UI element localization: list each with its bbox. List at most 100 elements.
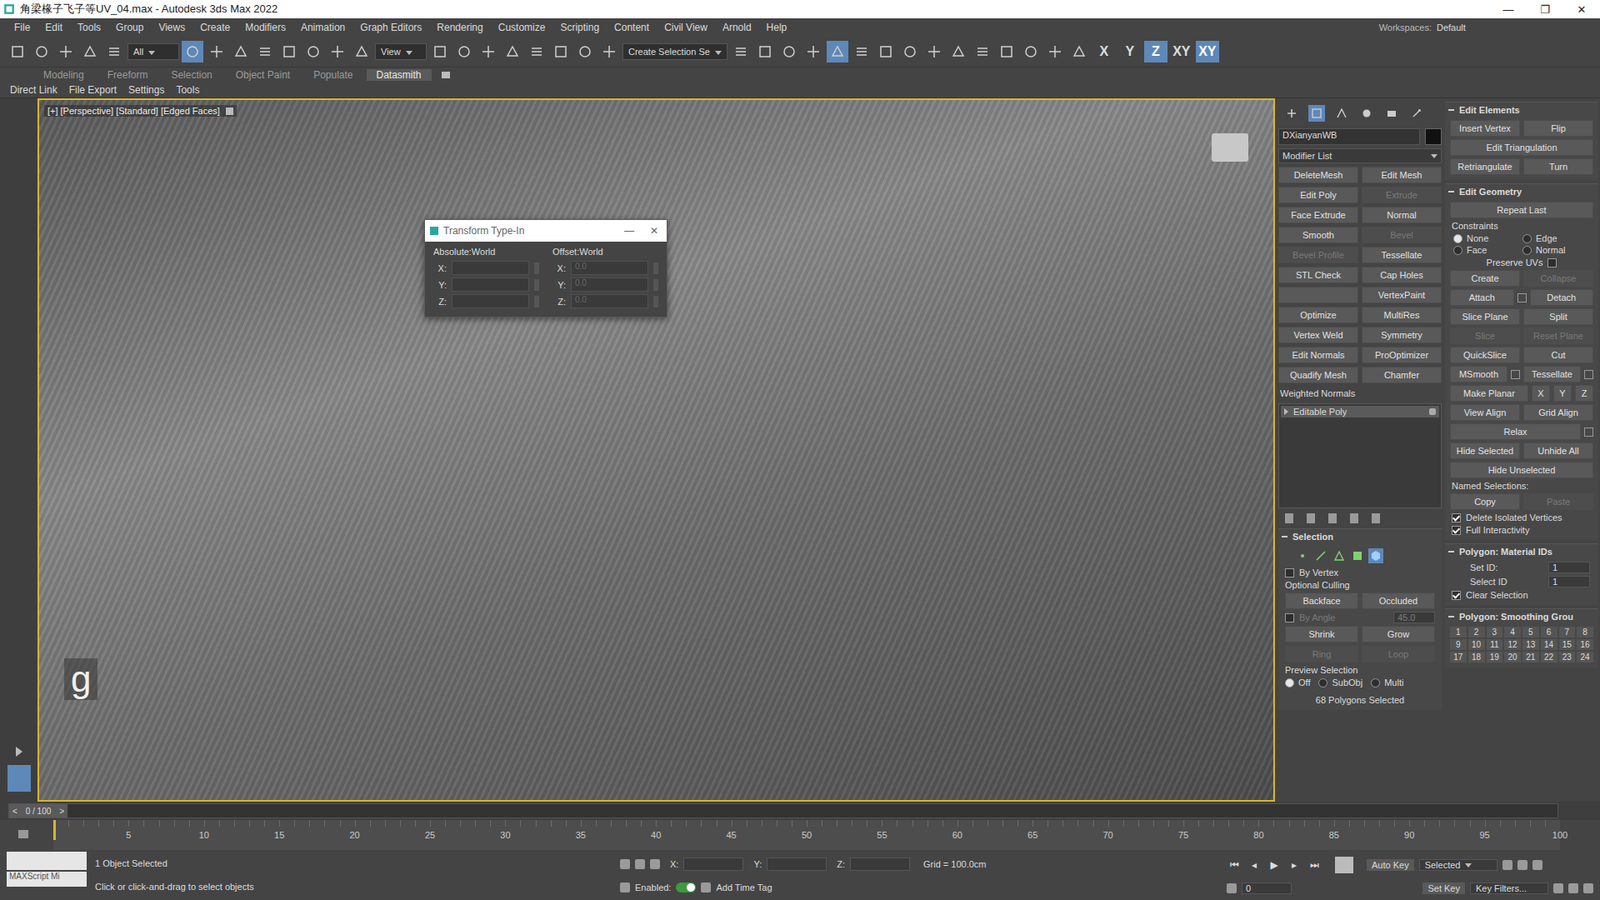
previous-frame-button[interactable]: < [9, 806, 21, 816]
smoothing-group-button[interactable]: 1 [1450, 626, 1467, 638]
smoothing-group-button[interactable]: 18 [1468, 651, 1485, 663]
smoothing-group-button[interactable]: 7 [1559, 626, 1576, 638]
modifier-button[interactable]: Edit Poly [1278, 186, 1359, 204]
edit-button[interactable]: Split [1523, 308, 1594, 325]
toolbar-button[interactable] [501, 40, 524, 63]
maxscript-listener[interactable]: MAXScript Mi [6, 851, 87, 899]
radio-button[interactable] [1370, 678, 1380, 688]
edit-button[interactable]: Reset Plane [1523, 327, 1594, 345]
workspace-dropdown[interactable]: Default [1436, 22, 1594, 33]
edit-button[interactable]: Create [1450, 270, 1520, 287]
smoothing-group-button[interactable]: 19 [1486, 651, 1504, 663]
edit-button[interactable]: Slice Plane [1450, 308, 1520, 325]
spinner-icon[interactable] [534, 279, 540, 291]
checkbox[interactable] [1547, 258, 1557, 268]
by-vertex-checkbox[interactable]: By Vertex [1278, 567, 1442, 578]
smoothing-group-button[interactable]: 22 [1540, 651, 1558, 663]
viewport[interactable]: [+][Perspective][Standard][Edged Faces]g… [37, 98, 1275, 802]
smoothing-group-button[interactable]: 16 [1576, 639, 1594, 650]
modifier-button[interactable]: DeleteMesh [1278, 166, 1359, 184]
constraint-radio[interactable]: Edge [1522, 233, 1590, 244]
edit-button[interactable]: Turn [1523, 158, 1594, 175]
toolbar-button[interactable] [730, 40, 752, 63]
coordinate-field[interactable] [451, 277, 530, 292]
subobject-level-button[interactable] [1313, 548, 1329, 564]
smoothing-group-button[interactable]: 17 [1450, 651, 1467, 663]
menu-item[interactable]: Modifiers [237, 21, 294, 34]
dialog-control-button[interactable]: — [616, 225, 642, 237]
preview-radio[interactable]: Off [1285, 677, 1310, 688]
settings-icon[interactable] [1517, 293, 1527, 303]
ribbon-tab[interactable]: Modeling [33, 69, 95, 81]
edit-button[interactable]: Slice [1450, 327, 1520, 345]
toolbar-button[interactable] [1044, 40, 1066, 63]
culling-button[interactable]: Backface [1285, 592, 1359, 610]
coordinate-field[interactable] [451, 294, 530, 309]
menu-item[interactable]: Content [606, 21, 657, 34]
menu-item[interactable]: Civil View [656, 21, 715, 34]
toolbar-button[interactable] [181, 40, 204, 63]
stack-tool-icon[interactable] [1371, 513, 1380, 524]
isolate-icon[interactable] [620, 859, 630, 870]
selection-button[interactable]: Ring [1285, 645, 1359, 663]
ribbon-toggle-icon[interactable] [441, 71, 450, 79]
key-filters-button[interactable]: Key Filters... [1470, 882, 1549, 895]
preview-radio[interactable]: SubObj [1318, 677, 1363, 688]
adaptive-degradation-icon[interactable] [620, 882, 630, 893]
menu-item[interactable]: Views [150, 21, 193, 34]
track-bar-scale[interactable]: 5101520253035404550556065707580859095100 [53, 820, 1560, 850]
rollout-header[interactable]: Polygon: Material IDs [1445, 543, 1599, 560]
viewport-label[interactable]: [+] [47, 105, 59, 116]
edit-button[interactable]: Grid Align [1523, 404, 1594, 421]
zoom-icon[interactable] [1502, 860, 1513, 870]
axis-constraint-button[interactable]: Z [1144, 40, 1168, 63]
stack-tool-icon[interactable] [1328, 513, 1337, 524]
radio-button[interactable] [1453, 245, 1463, 255]
edit-button[interactable]: Retriangulate [1450, 158, 1520, 175]
rollout-header[interactable]: Edit Geometry [1445, 183, 1599, 200]
ribbon-tab[interactable]: Populate [303, 69, 363, 81]
expand-arrow-icon[interactable] [15, 746, 23, 757]
command-panel-tab[interactable] [1383, 105, 1400, 122]
toolbar-button[interactable] [79, 40, 101, 63]
playback-button[interactable]: ▸ [1286, 859, 1302, 871]
radio-button[interactable] [1285, 678, 1295, 688]
coordinate-field[interactable]: 0.0 [570, 260, 649, 275]
toolbar-button[interactable] [995, 40, 1018, 63]
toolbar-button[interactable] [453, 40, 475, 63]
coordinate-field[interactable] [850, 857, 910, 871]
radio-button[interactable] [1522, 234, 1532, 244]
maximize-icon[interactable] [1583, 883, 1594, 894]
listener-input[interactable] [6, 851, 87, 870]
checkbox[interactable] [1451, 525, 1461, 535]
coordinate-field[interactable] [766, 857, 827, 871]
toolbar-button[interactable] [477, 40, 500, 63]
named-selection-button[interactable]: Paste [1523, 493, 1594, 510]
modifier-button[interactable]: Quadify Mesh [1278, 366, 1359, 384]
smoothing-group-button[interactable]: 10 [1468, 639, 1485, 650]
smoothing-group-button[interactable]: 9 [1450, 639, 1467, 650]
modifier-button[interactable]: Smooth [1278, 226, 1359, 244]
ribbon-tab[interactable]: Freeform [97, 69, 159, 81]
next-frame-button[interactable]: > [55, 806, 68, 816]
auto-key-button[interactable]: Auto Key [1366, 859, 1415, 871]
spinner-icon[interactable] [653, 295, 659, 308]
edit-button[interactable]: Collapse [1523, 270, 1594, 287]
window-control-button[interactable]: ❐ [1526, 3, 1564, 16]
edit-button[interactable]: Hide Unselected [1450, 461, 1594, 479]
select-id-button[interactable]: Select ID [1470, 576, 1508, 587]
ribbon-command[interactable]: Settings [128, 84, 165, 96]
modifier-button[interactable]: Cap Holes [1361, 266, 1442, 284]
selection-button[interactable]: Loop [1361, 645, 1435, 663]
menu-item[interactable]: Animation [293, 21, 353, 34]
stack-tool-icon[interactable] [1350, 513, 1359, 524]
enabled-toggle[interactable] [675, 882, 696, 893]
smoothing-group-button[interactable]: 12 [1504, 639, 1521, 650]
playback-button[interactable]: ▶ [1266, 859, 1282, 871]
edit-button[interactable]: MSmooth [1450, 365, 1508, 383]
layout-thumbnail[interactable] [7, 765, 31, 792]
toolbar-dropdown[interactable]: All [127, 43, 180, 60]
playback-button[interactable]: ⏭ [1306, 859, 1322, 871]
toolbar-button[interactable] [1020, 40, 1042, 63]
modifier-button[interactable]: Tessellate [1361, 246, 1442, 264]
